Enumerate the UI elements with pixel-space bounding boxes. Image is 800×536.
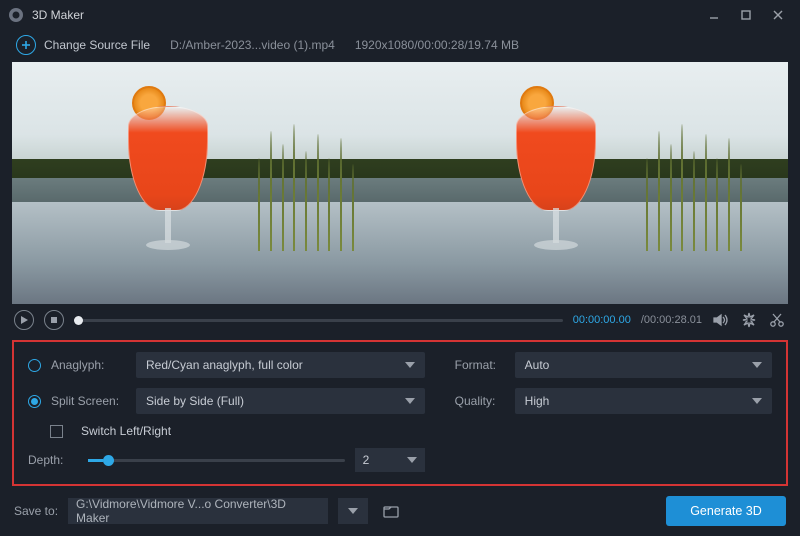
anaglyph-radio[interactable]	[28, 359, 41, 372]
anaglyph-dropdown[interactable]: Red/Cyan anaglyph, full color	[136, 352, 425, 378]
minimize-button[interactable]	[700, 5, 728, 25]
open-folder-button[interactable]	[378, 498, 404, 524]
depth-label: Depth:	[28, 453, 78, 467]
chevron-down-icon	[752, 362, 762, 368]
splitscreen-radio[interactable]	[28, 395, 41, 408]
change-source-button[interactable]: Change Source File	[16, 35, 150, 55]
anaglyph-value: Red/Cyan anaglyph, full color	[146, 358, 303, 372]
play-bar: 00:00:00.00/00:00:28.01	[0, 304, 800, 336]
splitscreen-dropdown[interactable]: Side by Side (Full)	[136, 388, 425, 414]
switch-checkbox[interactable]	[50, 425, 63, 438]
stop-button[interactable]	[44, 310, 64, 330]
snapshot-icon[interactable]	[740, 311, 758, 329]
saveto-dropdown[interactable]	[338, 498, 368, 524]
saveto-path[interactable]: G:\Vidmore\Vidmore V...o Converter\3D Ma…	[68, 498, 328, 524]
splitscreen-label: Split Screen:	[51, 394, 126, 408]
close-button[interactable]	[764, 5, 792, 25]
source-bar: Change Source File D:/Amber-2023...video…	[0, 30, 800, 60]
format-label: Format:	[455, 358, 505, 372]
chevron-down-icon	[407, 457, 417, 463]
change-source-label: Change Source File	[44, 38, 150, 52]
format-value: Auto	[525, 358, 550, 372]
quality-dropdown[interactable]: High	[515, 388, 772, 414]
depth-value: 2	[363, 453, 370, 467]
depth-dropdown[interactable]: 2	[355, 448, 425, 472]
source-info: 1920x1080/00:00:28/19.74 MB	[355, 38, 519, 52]
plus-icon	[16, 35, 36, 55]
titlebar: 3D Maker	[0, 0, 800, 30]
source-path: D:/Amber-2023...video (1).mp4	[170, 38, 335, 52]
volume-icon[interactable]	[712, 311, 730, 329]
chevron-down-icon	[752, 398, 762, 404]
quality-value: High	[525, 394, 550, 408]
chevron-down-icon	[405, 398, 415, 404]
time-current: 00:00:00.00	[573, 314, 631, 326]
progress-bar[interactable]	[74, 319, 563, 322]
play-button[interactable]	[14, 310, 34, 330]
footer: Save to: G:\Vidmore\Vidmore V...o Conver…	[0, 486, 800, 536]
cut-icon[interactable]	[768, 311, 786, 329]
options-panel: Anaglyph: Red/Cyan anaglyph, full color …	[12, 340, 788, 486]
splitscreen-value: Side by Side (Full)	[146, 394, 244, 408]
window-title: 3D Maker	[32, 8, 84, 22]
maximize-button[interactable]	[732, 5, 760, 25]
saveto-label: Save to:	[14, 504, 58, 518]
video-preview	[12, 62, 788, 304]
switch-label: Switch Left/Right	[81, 424, 171, 438]
depth-slider[interactable]	[88, 459, 345, 462]
chevron-down-icon	[405, 362, 415, 368]
time-total: /00:00:28.01	[641, 314, 702, 326]
generate-button[interactable]: Generate 3D	[666, 496, 786, 526]
anaglyph-label: Anaglyph:	[51, 358, 126, 372]
format-dropdown[interactable]: Auto	[515, 352, 772, 378]
quality-label: Quality:	[455, 394, 505, 408]
preview-right	[400, 62, 788, 304]
preview-left	[12, 62, 400, 304]
app-icon	[8, 7, 24, 23]
